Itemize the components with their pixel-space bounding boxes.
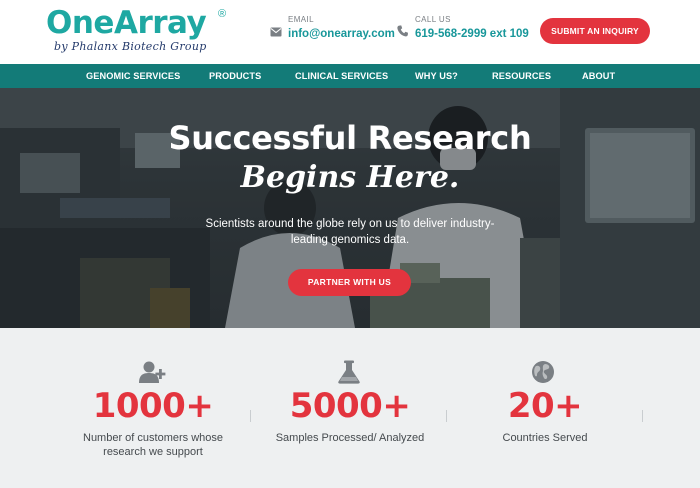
logo-wordmark: OneArray xyxy=(46,5,207,41)
hero-banner: Successful Research Begins Here. Scienti… xyxy=(0,88,700,328)
stats-section: 1000+ Number of customers whose research… xyxy=(0,328,700,488)
phone-label: CALL US xyxy=(415,15,451,24)
logo-tagline: by Phalanx Biotech Group xyxy=(54,40,207,53)
main-nav: GENOMIC SERVICES PRODUCTS CLINICAL SERVI… xyxy=(0,64,700,88)
submit-inquiry-button[interactable]: SUBMIT AN INQUIRY xyxy=(540,18,650,44)
phone-link[interactable]: 619-568-2999 ext 109 xyxy=(415,27,529,41)
stat-countries: 20+ Countries Served xyxy=(455,328,635,488)
email-link[interactable]: info@onearray.com xyxy=(288,27,395,41)
email-label: EMAIL xyxy=(288,15,315,24)
hero-script-title: Begins Here. xyxy=(240,160,460,195)
flask-icon xyxy=(336,360,362,384)
stat-value: 5000+ xyxy=(289,386,411,426)
stat-divider xyxy=(446,410,447,422)
partner-with-us-button[interactable]: PARTNER WITH US xyxy=(288,269,411,296)
site-header: OneArray ® by Phalanx Biotech Group EMAI… xyxy=(0,0,700,64)
nav-why-us[interactable]: WHY US? xyxy=(415,64,458,88)
stat-value: 1000+ xyxy=(92,386,214,426)
stat-label: Samples Processed/ Analyzed xyxy=(275,432,425,444)
stat-divider xyxy=(250,410,251,422)
hero-title: Successful Research xyxy=(168,119,532,157)
stat-divider xyxy=(642,410,643,422)
stat-samples: 5000+ Samples Processed/ Analyzed xyxy=(260,328,440,488)
registered-mark: ® xyxy=(218,8,227,20)
stat-customers: 1000+ Number of customers whose research… xyxy=(63,328,243,488)
email-contact: EMAIL info@onearray.com xyxy=(270,15,395,45)
hero-description: Scientists around the globe rely on us t… xyxy=(205,218,495,246)
globe-icon xyxy=(531,360,557,384)
envelope-icon xyxy=(270,24,282,37)
onearray-logo[interactable]: OneArray ® by Phalanx Biotech Group xyxy=(46,6,236,60)
nav-genomic-services[interactable]: GENOMIC SERVICES xyxy=(86,64,180,88)
phone-contact: CALL US 619-568-2999 ext 109 xyxy=(397,15,529,45)
nav-clinical-services[interactable]: CLINICAL SERVICES xyxy=(295,64,388,88)
nav-products[interactable]: PRODUCTS xyxy=(209,64,261,88)
add-user-icon xyxy=(139,360,166,384)
nav-about[interactable]: ABOUT xyxy=(582,64,615,88)
stat-label: Countries Served xyxy=(502,432,588,444)
phone-icon xyxy=(397,24,409,37)
stat-value: 20+ xyxy=(507,386,583,426)
nav-resources[interactable]: RESOURCES xyxy=(492,64,551,88)
stat-label: Number of customers whose research we su… xyxy=(83,432,223,458)
